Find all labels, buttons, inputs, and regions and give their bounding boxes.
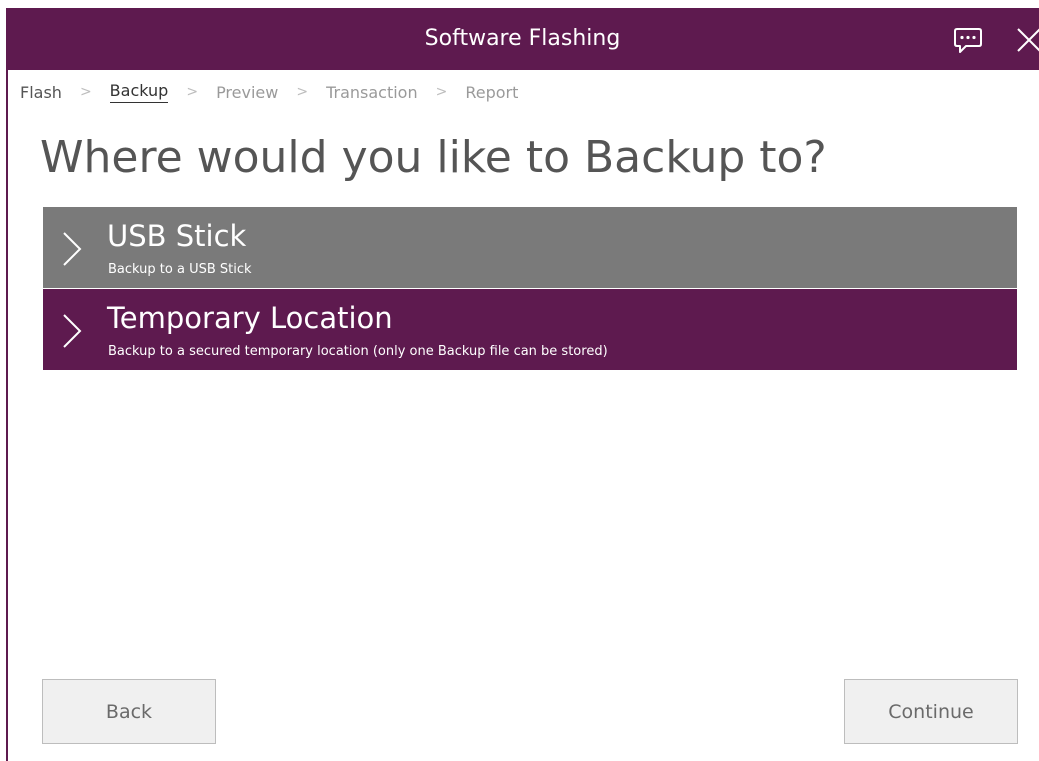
close-icon[interactable] [1010,22,1039,56]
usb-stick-option[interactable]: USB Stick Backup to a USB Stick [43,207,1017,288]
breadcrumb-step-backup[interactable]: Backup [109,81,169,103]
breadcrumb-step-preview[interactable]: Preview [216,83,278,102]
breadcrumb-separator: > [296,84,309,100]
title-bar: Software Flashing [6,8,1039,70]
breadcrumb: Flash > Backup > Preview > Transaction >… [20,80,518,104]
option-title: Temporary Location [107,301,393,335]
breadcrumb-step-report[interactable]: Report [465,83,518,102]
breadcrumb-separator: > [435,84,448,100]
back-button[interactable]: Back [42,679,216,744]
breadcrumb-step-transaction[interactable]: Transaction [326,83,418,102]
chevron-right-icon [63,232,82,266]
breadcrumb-step-flash[interactable]: Flash [20,83,62,102]
option-subtitle: Backup to a USB Stick [108,262,252,277]
window-title: Software Flashing [424,26,621,51]
option-subtitle: Backup to a secured temporary location (… [108,344,608,359]
chevron-right-icon [63,314,82,348]
app-window: Software Flashing Flash > Backup > Previ… [0,0,1039,761]
breadcrumb-separator: > [186,84,199,100]
window-left-border [6,70,8,761]
continue-button[interactable]: Continue [844,679,1018,744]
breadcrumb-separator: > [79,84,92,100]
option-title: USB Stick [107,219,247,253]
page-heading: Where would you like to Backup to? [40,132,827,183]
chat-bubble-icon[interactable] [950,25,986,55]
temporary-location-option[interactable]: Temporary Location Backup to a secured t… [43,289,1017,370]
